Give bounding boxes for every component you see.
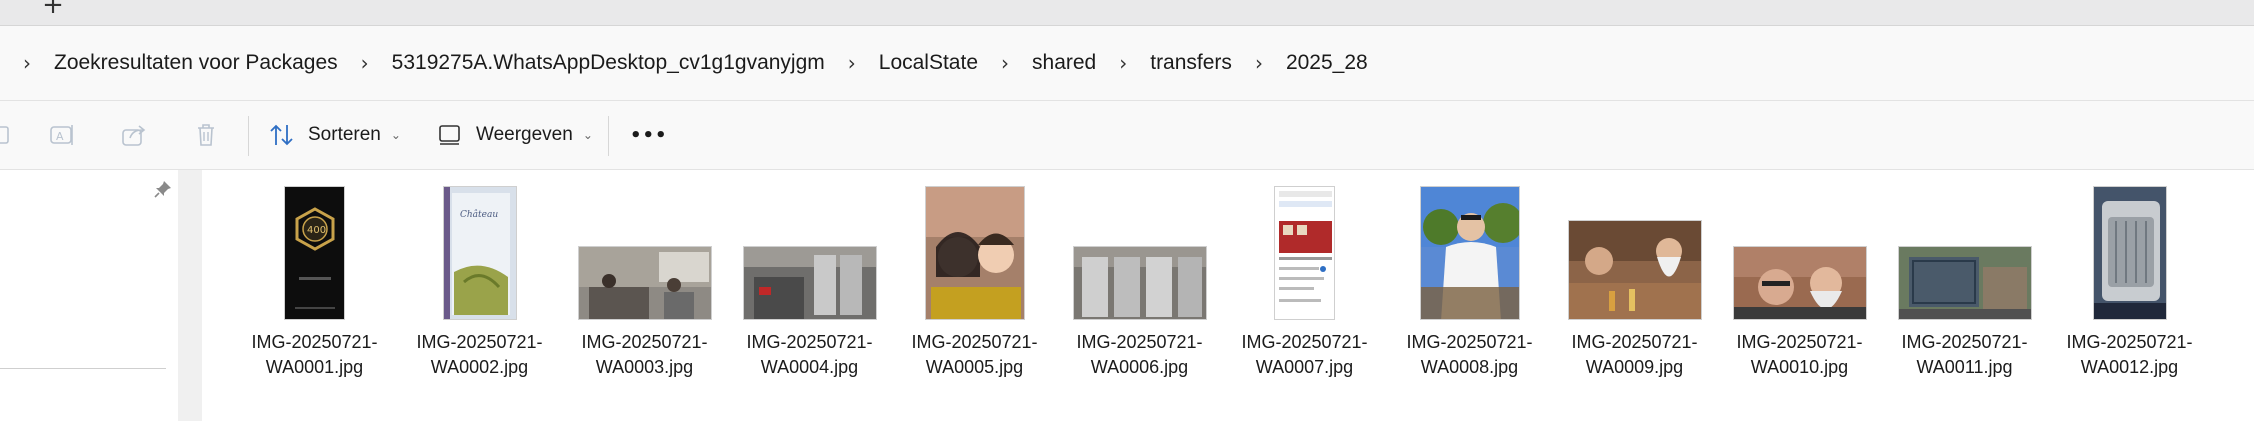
sort-label: Sorteren (308, 124, 381, 145)
file-name: IMG-20250721- WA0002.jpg (416, 332, 543, 377)
command-bar: A Sorteren ⌄ Weergeven ⌄ ••• (0, 101, 2254, 169)
breadcrumb: › Zoekresultaten voor Packages › 5319275… (0, 26, 1380, 100)
thumbnail-image (2092, 186, 2167, 320)
file-item[interactable]: IMG-20250721- WA0005.jpg (892, 186, 1057, 380)
thumbnail-image (1072, 246, 1207, 320)
delete-icon[interactable] (192, 121, 220, 149)
thumbnail-image: Château (442, 186, 517, 320)
file-name: IMG-20250721- WA0005.jpg (911, 332, 1038, 377)
view-label: Weergeven (476, 124, 573, 145)
file-item[interactable]: IMG-20250721- WA0011.jpg (1882, 186, 2047, 380)
chevron-right-icon[interactable]: › (1244, 51, 1274, 75)
breadcrumb-item-search-results[interactable]: Zoekresultaten voor Packages (42, 51, 350, 75)
file-name: IMG-20250721- WA0012.jpg (2066, 332, 2193, 377)
breadcrumb-item-shared[interactable]: shared (1020, 51, 1108, 75)
breadcrumb-item-2025-28[interactable]: 2025_28 (1274, 51, 1380, 75)
chevron-right-icon[interactable]: › (12, 51, 42, 75)
file-item[interactable]: IMG-20250721- WA0006.jpg (1057, 186, 1222, 380)
cut-icon[interactable] (0, 121, 14, 149)
file-name: IMG-20250721- WA0003.jpg (581, 332, 708, 377)
rename-icon[interactable]: A (48, 121, 76, 149)
thumbnail-image (577, 246, 712, 320)
thumbnail-image (742, 246, 877, 320)
breadcrumb-item-whatsapp-package[interactable]: 5319275A.WhatsAppDesktop_cv1g1gvanyjgm (380, 51, 837, 75)
svg-text:400: 400 (307, 225, 326, 236)
tab-strip: + (0, 0, 2254, 25)
breadcrumb-item-localstate[interactable]: LocalState (867, 51, 990, 75)
sort-icon (270, 124, 293, 146)
file-name: IMG-20250721- WA0001.jpg (251, 332, 378, 377)
thumbnail-image (1419, 186, 1520, 320)
thumbnail-image (1897, 246, 2032, 320)
chevron-down-icon: ⌄ (390, 128, 401, 142)
new-tab-button[interactable]: + (38, 0, 68, 22)
share-icon[interactable] (120, 121, 148, 149)
chevron-right-icon[interactable]: › (350, 51, 380, 75)
thumbnail-image: 400 (284, 186, 345, 320)
thumbnail-image (1567, 220, 1702, 320)
svg-text:A: A (56, 130, 64, 143)
view-button[interactable]: Weergeven ⌄ (436, 115, 593, 155)
navigation-pane (0, 170, 178, 421)
file-item[interactable]: IMG-20250721- WA0007.jpg (1222, 186, 1387, 380)
view-icon (439, 125, 460, 145)
file-name: IMG-20250721- WA0011.jpg (1901, 332, 2028, 377)
file-item[interactable]: Château IMG-20250721- WA0002.jpg (397, 186, 562, 380)
thumbnail-image (1732, 246, 1867, 320)
file-name: IMG-20250721- WA0008.jpg (1406, 332, 1533, 377)
address-bar: › Zoekresultaten voor Packages › 5319275… (0, 26, 2254, 100)
navigation-pane-scrollbar[interactable] (178, 170, 202, 421)
file-item[interactable]: IMG-20250721- WA0003.jpg (562, 186, 727, 380)
file-list: 400 IMG-20250721- WA0001.jpg Château IMG… (202, 170, 2254, 421)
file-name: IMG-20250721- WA0009.jpg (1571, 332, 1698, 377)
file-item[interactable]: IMG-20250721- WA0010.jpg (1717, 186, 1882, 380)
chevron-down-icon: ⌄ (582, 128, 593, 142)
file-item[interactable]: IMG-20250721- WA0009.jpg (1552, 186, 1717, 380)
command-bar-divider (248, 116, 249, 156)
chevron-right-icon[interactable]: › (990, 51, 1020, 75)
file-item[interactable]: IMG-20250721- WA0004.jpg (727, 186, 892, 380)
file-item[interactable]: 400 IMG-20250721- WA0001.jpg (232, 186, 397, 380)
file-name: IMG-20250721- WA0004.jpg (746, 332, 873, 377)
navigation-pane-separator (0, 368, 166, 369)
more-options-button[interactable]: ••• (630, 115, 668, 155)
thumbnail-image (924, 186, 1025, 320)
sort-button[interactable]: Sorteren ⌄ (268, 115, 401, 155)
file-name: IMG-20250721- WA0006.jpg (1076, 332, 1203, 377)
thumbnail-image (1274, 186, 1335, 320)
svg-text:Château: Château (460, 209, 498, 220)
pin-icon[interactable] (152, 178, 174, 200)
file-item[interactable]: IMG-20250721- WA0012.jpg (2047, 186, 2212, 380)
breadcrumb-item-transfers[interactable]: transfers (1138, 51, 1244, 75)
command-bar-divider (608, 116, 609, 156)
file-name: IMG-20250721- WA0007.jpg (1241, 332, 1368, 377)
chevron-right-icon[interactable]: › (837, 51, 867, 75)
file-item[interactable]: IMG-20250721- WA0008.jpg (1387, 186, 1552, 380)
more-icon: ••• (630, 124, 668, 146)
chevron-right-icon[interactable]: › (1108, 51, 1138, 75)
file-name: IMG-20250721- WA0010.jpg (1736, 332, 1863, 377)
